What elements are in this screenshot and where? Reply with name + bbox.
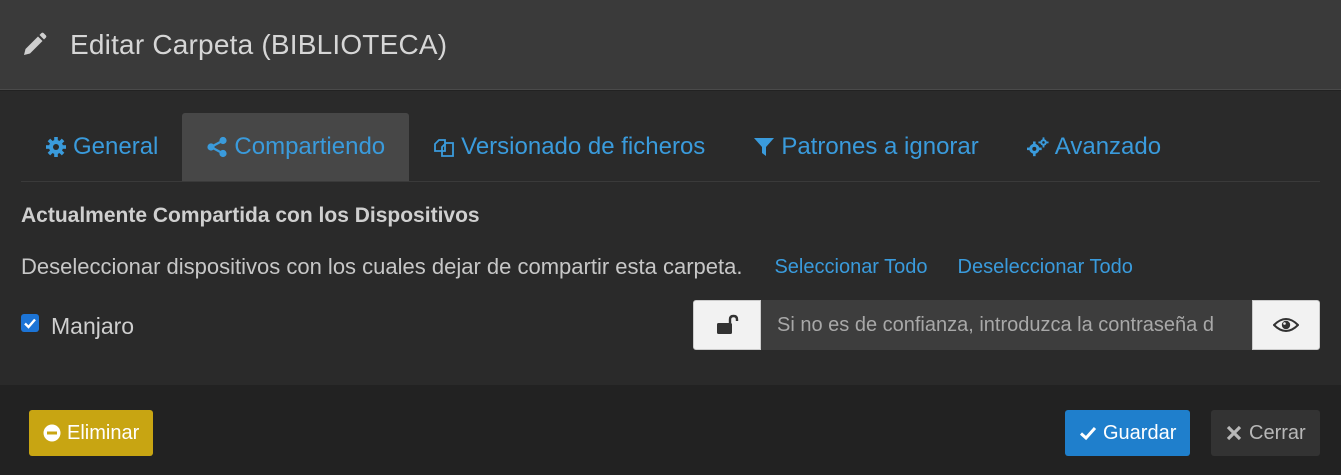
modal-title: Editar Carpeta (BIBLIOTECA) bbox=[70, 28, 448, 60]
device-name: Manjaro bbox=[51, 313, 135, 339]
device-row: Manjaro bbox=[21, 300, 1320, 350]
unlock-icon bbox=[693, 300, 761, 350]
tab-ignore-patterns-label: Patrones a ignorar bbox=[781, 133, 979, 160]
tab-advanced-label: Avanzado bbox=[1054, 133, 1162, 160]
copy-icon bbox=[433, 136, 455, 158]
eye-icon[interactable] bbox=[1252, 300, 1320, 350]
tab-ignore-patterns[interactable]: Patrones a ignorar bbox=[729, 113, 1002, 181]
tab-bar: General Compartiendo Versionado de fiche… bbox=[21, 113, 1320, 182]
gear-icon bbox=[45, 136, 67, 158]
modal-body: General Compartiendo Versionado de fiche… bbox=[0, 91, 1341, 385]
device-checkbox[interactable] bbox=[21, 314, 39, 332]
filter-icon bbox=[753, 136, 775, 158]
close-button[interactable]: Cerrar bbox=[1211, 410, 1320, 456]
delete-button[interactable]: Eliminar bbox=[29, 410, 154, 456]
gears-icon bbox=[1026, 136, 1049, 158]
sharing-description: Deseleccionar dispositivos con los cuale… bbox=[21, 254, 743, 279]
close-label: Cerrar bbox=[1249, 421, 1306, 444]
section-title: Actualmente Compartida con los Dispositi… bbox=[21, 204, 480, 227]
save-button[interactable]: Guardar bbox=[1065, 410, 1191, 456]
modal-footer: Eliminar Guardar Cerrar bbox=[0, 385, 1341, 475]
password-input-group bbox=[693, 300, 1320, 350]
edit-folder-modal: Editar Carpeta (BIBLIOTECA) General Comp… bbox=[0, 0, 1341, 475]
save-label: Guardar bbox=[1103, 421, 1177, 444]
check-icon bbox=[24, 318, 36, 329]
tab-versioning[interactable]: Versionado de ficheros bbox=[409, 113, 729, 181]
close-icon bbox=[1225, 424, 1243, 442]
deselect-all-link[interactable]: Deseleccionar Todo bbox=[958, 256, 1133, 279]
tab-sharing[interactable]: Compartiendo bbox=[182, 113, 410, 181]
minus-circle-icon bbox=[43, 424, 61, 442]
tab-versioning-label: Versionado de ficheros bbox=[461, 133, 706, 160]
check-icon bbox=[1079, 424, 1097, 442]
tab-general-label: General bbox=[73, 133, 159, 160]
modal-header: Editar Carpeta (BIBLIOTECA) bbox=[0, 0, 1341, 90]
tab-sharing-label: Compartiendo bbox=[234, 133, 386, 160]
tab-advanced[interactable]: Avanzado bbox=[1003, 113, 1185, 181]
tab-general[interactable]: General bbox=[21, 113, 182, 181]
share-icon bbox=[206, 136, 228, 158]
select-all-link[interactable]: Seleccionar Todo bbox=[774, 256, 927, 279]
delete-label: Eliminar bbox=[67, 421, 140, 444]
pencil-icon bbox=[20, 31, 48, 59]
device-password-field[interactable] bbox=[761, 300, 1252, 350]
description-row: Deseleccionar dispositivos con los cuale… bbox=[21, 254, 1320, 280]
